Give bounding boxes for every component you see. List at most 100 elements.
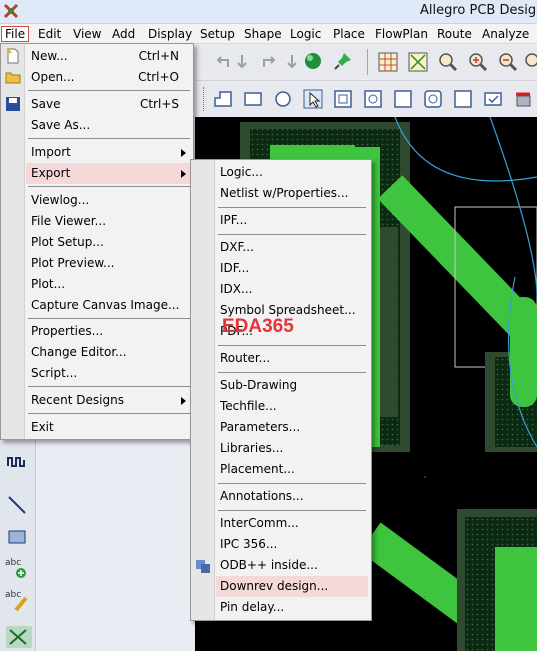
export-ipf[interactable]: IPF... bbox=[216, 210, 368, 231]
ratsnest-icon[interactable] bbox=[407, 51, 429, 73]
export-idx[interactable]: IDX... bbox=[216, 279, 368, 300]
merge-shapes-icon[interactable] bbox=[452, 88, 474, 110]
export-sub-drawing[interactable]: Sub-Drawing bbox=[216, 375, 368, 396]
zoom-window-icon[interactable] bbox=[523, 51, 537, 73]
menu-logic[interactable]: Logic bbox=[287, 26, 324, 42]
file-viewlog-label: Viewlog... bbox=[31, 193, 90, 207]
file-file-viewer-label: File Viewer... bbox=[31, 214, 107, 228]
file-save[interactable]: Save Ctrl+S bbox=[26, 94, 192, 115]
file-new-label: New... bbox=[31, 49, 68, 63]
grid-toggle-icon[interactable] bbox=[377, 51, 399, 73]
delete-islands-icon[interactable] bbox=[392, 88, 414, 110]
change-shape-type-icon[interactable] bbox=[422, 88, 444, 110]
menu-analyze[interactable]: Analyze bbox=[479, 26, 532, 42]
export-libraries[interactable]: Libraries... bbox=[216, 438, 368, 459]
file-viewlog[interactable]: Viewlog... bbox=[26, 190, 192, 211]
export-downrev-design[interactable]: Downrev design... bbox=[216, 576, 368, 597]
file-change-editor[interactable]: Change Editor... bbox=[26, 342, 192, 363]
menu-separator bbox=[28, 318, 190, 319]
file-save-as[interactable]: Save As... bbox=[26, 115, 192, 136]
file-import[interactable]: Import bbox=[26, 142, 192, 163]
file-capture-canvas[interactable]: Capture Canvas Image... bbox=[26, 295, 192, 316]
select-shape-icon[interactable] bbox=[302, 88, 324, 110]
export-idf[interactable]: IDF... bbox=[216, 258, 368, 279]
shape-poly-icon[interactable] bbox=[212, 88, 234, 110]
menu-place[interactable]: Place bbox=[330, 26, 368, 42]
export-router[interactable]: Router... bbox=[216, 348, 368, 369]
menu-route[interactable]: Route bbox=[434, 26, 475, 42]
export-odb-inside-label: ODB++ inside... bbox=[220, 558, 318, 572]
odb-icon bbox=[196, 560, 210, 573]
menu-display[interactable]: Display bbox=[145, 26, 195, 42]
check-shapes-icon[interactable] bbox=[482, 88, 504, 110]
export-parameters[interactable]: Parameters... bbox=[216, 417, 368, 438]
menu-add[interactable]: Add bbox=[109, 26, 138, 42]
3d-view-icon[interactable] bbox=[302, 50, 324, 72]
file-properties[interactable]: Properties... bbox=[26, 321, 192, 342]
menu-shape[interactable]: Shape bbox=[241, 26, 285, 42]
shape-rect-icon[interactable] bbox=[242, 88, 264, 110]
zoom-fit-icon[interactable] bbox=[437, 51, 459, 73]
shape-circle-icon[interactable] bbox=[272, 88, 294, 110]
file-export[interactable]: Export bbox=[26, 163, 192, 184]
file-properties-label: Properties... bbox=[31, 324, 104, 338]
pin-icon[interactable] bbox=[332, 50, 354, 72]
toolbar-top bbox=[195, 45, 537, 79]
add-text-icon[interactable]: abc bbox=[4, 554, 30, 580]
export-dxf[interactable]: DXF... bbox=[216, 237, 368, 258]
menu-separator bbox=[28, 413, 190, 414]
menu-separator bbox=[218, 234, 366, 235]
file-new[interactable]: New... Ctrl+N bbox=[26, 46, 192, 67]
menu-setup[interactable]: Setup bbox=[197, 26, 238, 42]
add-rect-icon[interactable] bbox=[6, 526, 28, 548]
edit-text-icon[interactable]: abc bbox=[4, 586, 30, 612]
manual-void-icon[interactable] bbox=[332, 88, 354, 110]
file-recent-designs[interactable]: Recent Designs bbox=[26, 390, 192, 411]
file-save-as-label: Save As... bbox=[31, 118, 91, 132]
file-script[interactable]: Script... bbox=[26, 363, 192, 384]
file-plot-setup[interactable]: Plot Setup... bbox=[26, 232, 192, 253]
menu-flowplan[interactable]: FlowPlan bbox=[372, 26, 431, 42]
export-placement-label: Placement... bbox=[220, 462, 295, 476]
submenu-arrow-icon bbox=[181, 170, 186, 178]
menu-edit[interactable]: Edit bbox=[35, 26, 64, 42]
zoom-out-icon[interactable] bbox=[497, 51, 519, 73]
file-exit[interactable]: Exit bbox=[26, 417, 192, 438]
export-router-label: Router... bbox=[220, 351, 271, 365]
file-import-label: Import bbox=[31, 145, 71, 159]
file-change-editor-label: Change Editor... bbox=[31, 345, 127, 359]
file-save-label: Save bbox=[31, 97, 61, 111]
export-intercomm[interactable]: InterComm... bbox=[216, 513, 368, 534]
file-open[interactable]: Open... Ctrl+O bbox=[26, 67, 192, 88]
file-export-label: Export bbox=[31, 166, 71, 180]
export-submenu: Logic... Netlist w/Properties... IPF... … bbox=[190, 159, 372, 621]
left-toolbar-lower: abc abc bbox=[0, 440, 36, 651]
edit-boundary-icon[interactable] bbox=[362, 88, 384, 110]
net-icon[interactable] bbox=[6, 626, 32, 648]
export-netlist-properties[interactable]: Netlist w/Properties... bbox=[216, 183, 368, 204]
zoom-in-icon[interactable] bbox=[467, 51, 489, 73]
export-placement[interactable]: Placement... bbox=[216, 459, 368, 480]
export-logic[interactable]: Logic... bbox=[216, 162, 368, 183]
file-plot[interactable]: Plot... bbox=[26, 274, 192, 295]
file-new-shortcut: Ctrl+N bbox=[138, 49, 179, 63]
export-pin-delay[interactable]: Pin delay... bbox=[216, 597, 368, 618]
export-annotations[interactable]: Annotations... bbox=[216, 486, 368, 507]
export-odb-inside[interactable]: ODB++ inside... bbox=[216, 555, 368, 576]
export-techfile[interactable]: Techfile... bbox=[216, 396, 368, 417]
add-line-icon[interactable] bbox=[6, 494, 28, 516]
file-file-viewer[interactable]: File Viewer... bbox=[26, 211, 192, 232]
delete-shape-icon[interactable] bbox=[512, 88, 534, 110]
wave-icon[interactable] bbox=[6, 452, 28, 474]
undo-icon[interactable] bbox=[212, 51, 234, 73]
export-ipc-356[interactable]: IPC 356... bbox=[216, 534, 368, 555]
menu-file[interactable]: File bbox=[1, 26, 30, 42]
export-libraries-label: Libraries... bbox=[220, 441, 284, 455]
undo-step-icon[interactable] bbox=[235, 51, 257, 73]
window-title: Allegro PCB Design bbox=[420, 3, 537, 18]
title-bar: Allegro PCB Design bbox=[0, 0, 537, 24]
redo-step-icon[interactable] bbox=[281, 51, 303, 73]
menu-view[interactable]: View bbox=[70, 26, 104, 42]
redo-icon[interactable] bbox=[258, 51, 280, 73]
file-plot-preview[interactable]: Plot Preview... bbox=[26, 253, 192, 274]
